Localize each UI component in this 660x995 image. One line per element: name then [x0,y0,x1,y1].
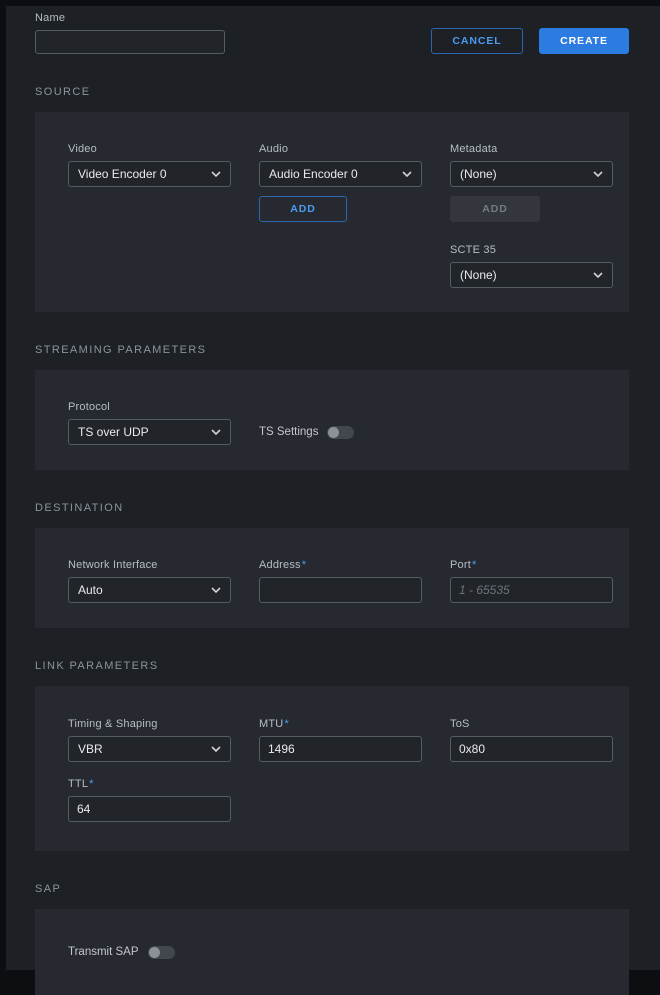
network-interface-field: Network Interface Auto [68,559,231,603]
cancel-button[interactable]: CANCEL [431,28,523,54]
tos-label: ToS [450,718,613,730]
port-field: Port* [450,559,613,603]
streaming-panel: Protocol TS over UDP TS Settings [35,370,629,470]
protocol-label: Protocol [68,401,231,413]
protocol-select-value: TS over UDP [78,425,149,439]
ts-settings-toggle[interactable] [327,426,354,439]
destination-row: Network Interface Auto Address* Port* [68,559,617,603]
tos-input[interactable] [450,736,613,762]
address-label-text: Address [259,559,301,571]
metadata-select-value: (None) [460,167,497,181]
mtu-label: MTU* [259,718,422,730]
source-panel: Video Video Encoder 0 Audio Audio Encode… [35,112,629,312]
create-button[interactable]: CREATE [539,28,629,54]
toggle-knob [149,947,160,958]
ttl-input[interactable] [68,796,231,822]
metadata-select[interactable]: (None) [450,161,613,187]
name-input[interactable] [35,30,225,54]
timing-shaping-field: Timing & Shaping VBR [68,718,231,762]
video-label: Video [68,143,231,155]
port-label: Port* [450,559,613,571]
mtu-input[interactable] [259,736,422,762]
address-field: Address* [259,559,422,603]
mtu-label-text: MTU [259,718,283,730]
chevron-down-icon [211,746,221,752]
section-title-link-parameters: LINK PARAMETERS [35,660,629,672]
form-actions: CANCEL CREATE [431,28,629,54]
streaming-row: Protocol TS over UDP TS Settings [68,401,617,445]
transmit-sap-toggle[interactable] [148,946,175,959]
video-select-value: Video Encoder 0 [78,167,167,181]
address-input[interactable] [259,577,422,603]
port-input[interactable] [450,577,613,603]
ttl-label: TTL* [68,778,231,790]
toggle-knob [328,427,339,438]
form-page: Name CANCEL CREATE SOURCE Video Video En… [6,6,660,970]
video-select[interactable]: Video Encoder 0 [68,161,231,187]
transmit-sap-label: Transmit SAP [68,946,139,958]
ttl-field: TTL* [68,778,231,822]
required-asterisk: * [302,559,306,571]
scte35-label: SCTE 35 [450,244,613,256]
required-asterisk: * [472,559,476,571]
required-asterisk: * [89,778,93,790]
audio-select-value: Audio Encoder 0 [269,167,358,181]
link-parameters-panel: Timing & Shaping VBR MTU* ToS TTL* [35,686,629,851]
network-interface-select[interactable]: Auto [68,577,231,603]
metadata-label: Metadata [450,143,613,155]
timing-shaping-select[interactable]: VBR [68,736,231,762]
chevron-down-icon [211,171,221,177]
network-interface-label: Network Interface [68,559,231,571]
sap-panel: Transmit SAP [35,909,629,995]
add-audio-button[interactable]: ADD [259,196,347,222]
tos-field: ToS [450,718,613,762]
required-asterisk: * [284,718,288,730]
transmit-sap-field: Transmit SAP [68,939,175,965]
mtu-field: MTU* [259,718,422,762]
video-field: Video Video Encoder 0 [68,143,231,187]
timing-shaping-label: Timing & Shaping [68,718,231,730]
chevron-down-icon [402,171,412,177]
port-label-text: Port [450,559,471,571]
section-title-streaming: STREAMING PARAMETERS [35,344,629,356]
chevron-down-icon [211,587,221,593]
ts-settings-label: TS Settings [259,426,318,438]
scte35-field: SCTE 35 (None) [450,244,613,288]
timing-shaping-select-value: VBR [78,742,103,756]
chevron-down-icon [593,171,603,177]
protocol-select[interactable]: TS over UDP [68,419,231,445]
form-header: Name CANCEL CREATE [35,12,629,54]
audio-label: Audio [259,143,422,155]
address-label: Address* [259,559,422,571]
ts-settings-field: TS Settings [259,419,422,445]
metadata-field: Metadata (None) ADD SCTE 35 (None) [450,143,613,288]
section-title-source: SOURCE [35,86,629,98]
link-parameters-row-2: TTL* [68,778,617,822]
audio-field: Audio Audio Encoder 0 ADD [259,143,422,222]
protocol-field: Protocol TS over UDP [68,401,231,445]
destination-panel: Network Interface Auto Address* Port* [35,528,629,628]
audio-select[interactable]: Audio Encoder 0 [259,161,422,187]
name-field-group: Name [35,12,225,54]
section-title-sap: SAP [35,883,629,895]
scte35-select[interactable]: (None) [450,262,613,288]
add-metadata-button: ADD [450,196,540,222]
chevron-down-icon [593,272,603,278]
ttl-label-text: TTL [68,778,88,790]
source-row: Video Video Encoder 0 Audio Audio Encode… [68,143,617,288]
link-parameters-row-1: Timing & Shaping VBR MTU* ToS [68,718,617,762]
network-interface-select-value: Auto [78,583,103,597]
section-title-destination: DESTINATION [35,502,629,514]
scte35-select-value: (None) [460,268,497,282]
chevron-down-icon [211,429,221,435]
name-label: Name [35,12,225,24]
